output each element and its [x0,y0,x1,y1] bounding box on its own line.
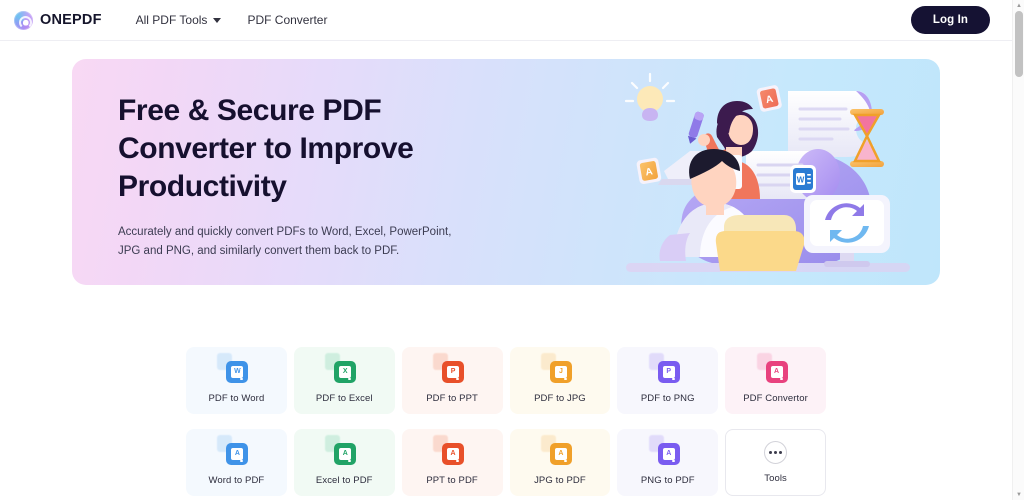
hero-title-line-2: Converter to Improve [118,132,414,165]
nav-item-pdf-converter-label: PDF Converter [247,13,328,27]
ppt-file-icon: P [433,352,465,384]
page-viewport: ONEPDF All PDF Tools PDF Converter Log I… [0,0,1012,500]
hero-title-line-1: Free & Secure PDF [118,94,382,127]
png-file-icon: P [648,352,681,384]
tool-card-label: PPT to PDF [426,474,478,486]
tool-card-label: JPG to PDF [534,474,586,486]
tool-card-pdf-to-png[interactable]: P PDF to PNG [617,347,719,414]
tool-card-label: PDF Convertor [743,392,808,404]
onepdf-spiral-logo-icon [14,10,33,30]
pdf-from-word-icon: A [217,434,249,466]
pdf-from-ppt-icon: A [433,434,465,466]
hero-title: Free & Secure PDF Converter to Improve P… [118,92,467,206]
brand-logo[interactable]: ONEPDF [14,10,102,30]
tool-card-label: PDF to PNG [640,392,695,404]
more-dots-icon [764,441,788,464]
nav-item-pdf-converter[interactable]: PDF Converter [247,13,327,27]
hero-subtitle-line-1: Accurately and quickly convert PDFs to W… [118,226,452,238]
chevron-down-icon [213,18,222,23]
pdf-from-jpg-icon: A [540,434,573,466]
word-file-icon: W [217,352,249,384]
scroll-down-arrow-icon[interactable]: ▼ [1013,489,1024,500]
hero-copy: Free & Secure PDF Converter to Improve P… [72,59,467,285]
nav-links: All PDF Tools PDF Converter [136,13,328,27]
excel-file-icon: X [325,352,357,384]
svg-text:W: W [797,176,805,185]
tool-card-pdf-to-jpg[interactable]: J PDF to JPG [509,347,611,414]
top-navbar: ONEPDF All PDF Tools PDF Converter Log I… [0,0,1012,41]
scroll-up-arrow-icon[interactable]: ▲ [1013,0,1024,11]
tool-card-label: PDF to Word [208,392,265,404]
tool-cards-grid: W PDF to Word X PDF to Excel P PDF to PP… [186,347,826,496]
nav-item-all-pdf-tools[interactable]: All PDF Tools [136,13,222,27]
hero-banner: Free & Secure PDF Converter to Improve P… [72,59,940,285]
tool-card-label: PNG to PDF [640,474,695,486]
login-button[interactable]: Log In [910,6,990,34]
nav-item-all-pdf-tools-label: All PDF Tools [135,13,208,27]
pdf-file-icon: A [756,352,789,384]
tool-card-pdf-to-excel[interactable]: X PDF to Excel [293,347,395,414]
tool-card-jpg-to-pdf[interactable]: A JPG to PDF [509,429,611,496]
tool-card-label: PDF to JPG [534,392,586,404]
brand-name: ONEPDF [40,12,102,28]
people-converting-documents-illustration: A A W [618,67,918,285]
scrollbar-thumb[interactable] [1015,11,1023,77]
tool-card-label: PDF to Excel [315,392,373,404]
tool-card-label: PDF to PPT [426,392,478,404]
tool-card-label: Excel to PDF [315,474,373,486]
hero-subtitle: Accurately and quickly convert PDFs to W… [118,223,458,261]
pdf-from-png-icon: A [648,434,681,466]
tool-card-pdf-to-ppt[interactable]: P PDF to PPT [401,347,503,414]
hero-title-line-3: Productivity [118,170,287,203]
hero-subtitle-line-2: JPG and PNG, and similarly convert them … [118,245,400,257]
tool-card-label: Word to PDF [208,474,265,486]
tool-card-label: Tools [764,473,787,484]
tool-card-png-to-pdf[interactable]: A PNG to PDF [617,429,719,496]
tool-card-pdf-convertor[interactable]: A PDF Convertor [725,347,826,414]
vertical-scrollbar[interactable]: ▲ ▼ [1012,0,1024,500]
tool-card-pdf-to-word[interactable]: W PDF to Word [186,347,287,414]
pdf-from-excel-icon: A [325,434,357,466]
tool-card-excel-to-pdf[interactable]: A Excel to PDF [293,429,395,496]
tool-card-ppt-to-pdf[interactable]: A PPT to PDF [401,429,503,496]
tool-card-tools[interactable]: Tools [725,429,826,496]
tool-card-word-to-pdf[interactable]: A Word to PDF [186,429,287,496]
jpg-file-icon: J [540,352,573,384]
